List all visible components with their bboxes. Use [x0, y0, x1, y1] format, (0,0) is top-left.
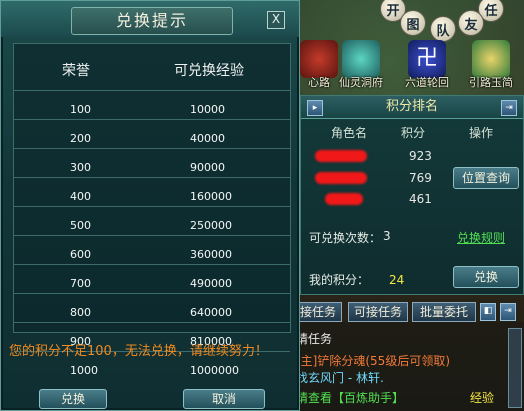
feature-yinlu-yujian[interactable]: 引路玉简 [462, 40, 520, 90]
task-tabs: 已接任务 可接任务 批量委托 ◧ ⇥ [282, 300, 524, 322]
exp-value: 490000 [190, 277, 232, 290]
table-row: 400 160000 [14, 177, 290, 207]
collapse-icon[interactable]: ▸ [307, 100, 323, 116]
tab-batch-delegate[interactable]: 批量委托 [412, 302, 476, 322]
honor-value: 1000 [70, 364, 98, 377]
ranking-score: 461 [409, 192, 432, 206]
exp-value: 40000 [190, 132, 225, 145]
close-icon[interactable]: X [267, 11, 285, 29]
header-score: 积分 [401, 126, 426, 140]
table-row: 200 40000 [14, 119, 290, 149]
position-query-button[interactable]: 位置查询 [453, 167, 519, 189]
exp-value: 360000 [190, 248, 232, 261]
header-role-name: 角色名 [331, 126, 368, 140]
cancel-button[interactable]: 取消 [183, 389, 265, 409]
exp-label: 经验 [470, 391, 495, 405]
redacted-name [325, 193, 363, 205]
honor-value: 600 [70, 248, 91, 261]
ranking-panel: 积分排名 ▸ ⇥ 角色名 积分 操作 923 769 461 位置查询 可兑换次… [300, 95, 524, 295]
table-row: 800 640000 [14, 293, 290, 323]
column-exp: 可兑换经验 [174, 63, 244, 79]
ranking-title: 积分排名 [385, 99, 438, 114]
exchange-dialog: 兑换提示 X 荣誉 可兑换经验 100 10000 200 40000 300 90000… [0, 0, 300, 411]
ranking-title-bar: 积分排名 ▸ ⇥ [301, 96, 523, 119]
ranking-score: 769 [409, 171, 432, 185]
insufficient-points-warning: 您的积分不足100，无法兑换，请继续努力！ [9, 344, 268, 359]
task-scrollbar[interactable] [508, 328, 522, 408]
dialog-title: 兑换提示 [71, 7, 233, 35]
exp-value: 10000 [190, 103, 225, 116]
tab-available-tasks[interactable]: 可接任务 [348, 302, 408, 322]
honor-value: 800 [70, 306, 91, 319]
honor-value: 500 [70, 219, 91, 232]
feature-xianling-dongfu[interactable]: 仙灵洞府 [332, 40, 390, 90]
menu-round-button-friend[interactable]: 友 [458, 10, 484, 36]
feature-label: 仙灵洞府 [339, 76, 383, 89]
remaining-exchanges-label: 可兑换次数： [309, 231, 382, 245]
exp-value: 160000 [190, 190, 232, 203]
jade-scroll-icon [472, 40, 510, 78]
menu-round-button-map[interactable]: 图 [400, 10, 426, 36]
honor-value: 700 [70, 277, 91, 290]
exp-value: 90000 [190, 161, 225, 174]
column-honor: 荣誉 [62, 63, 90, 79]
feature-label: 六道轮回 [405, 76, 449, 89]
task-line[interactable]: [主]铲除分魂(55级后可领取) [296, 352, 450, 369]
table-row: 500 250000 [14, 206, 290, 236]
panel-toggle-icon[interactable]: ◧ [480, 303, 496, 321]
feature-liudao-lunhui[interactable]: 卍 六道轮回 [398, 40, 456, 90]
exchange-button[interactable]: 兑换 [39, 389, 107, 409]
exchange-table: 荣誉 可兑换经验 100 10000 200 40000 300 90000 400 1600… [13, 43, 291, 377]
exchange-rules-link[interactable]: 兑换规则 [457, 229, 505, 246]
table-row: 600 360000 [14, 235, 290, 265]
exp-value: 640000 [190, 306, 232, 319]
redacted-name [315, 172, 367, 184]
expand-arrow-icon[interactable]: ⇥ [500, 303, 516, 321]
exp-value: 1000000 [190, 364, 239, 377]
ranking-row: 461 [301, 189, 523, 209]
task-line: 请任务 [296, 332, 333, 346]
task-line[interactable]: 请查看【百炼助手】 [296, 389, 404, 406]
expand-arrow-icon[interactable]: ⇥ [501, 100, 517, 116]
redacted-name [315, 150, 367, 162]
honor-value: 400 [70, 190, 91, 203]
dialog-title-bar: 兑换提示 X [1, 1, 299, 37]
table-row: 100 10000 [14, 90, 290, 120]
task-panel: 请任务 [主]铲除分魂(55级后可领取) 找玄风门 - 林轩. 请查看【百炼助手… [282, 322, 524, 411]
honor-value: 100 [70, 103, 91, 116]
task-line[interactable]: 找玄风门 - 林轩. [296, 369, 384, 386]
honor-value: 200 [70, 132, 91, 145]
my-score-value: 24 [389, 273, 405, 287]
feature-label: 引路玉简 [469, 76, 513, 89]
remaining-exchanges-value: 3 [383, 229, 391, 243]
menu-round-button-team[interactable]: 队 [430, 16, 456, 42]
cave-crystal-icon [342, 40, 380, 78]
ranking-score: 923 [409, 149, 432, 163]
swastika-wheel-icon: 卍 [408, 40, 446, 78]
ranking-exchange-button[interactable]: 兑换 [453, 266, 519, 288]
honor-value: 300 [70, 161, 91, 174]
my-score-label: 我的积分： [309, 273, 370, 287]
exp-value: 250000 [190, 219, 232, 232]
table-row: 300 90000 [14, 148, 290, 178]
header-action: 操作 [469, 126, 494, 140]
ranking-row: 923 [301, 146, 523, 166]
table-row: 700 490000 [14, 264, 290, 294]
